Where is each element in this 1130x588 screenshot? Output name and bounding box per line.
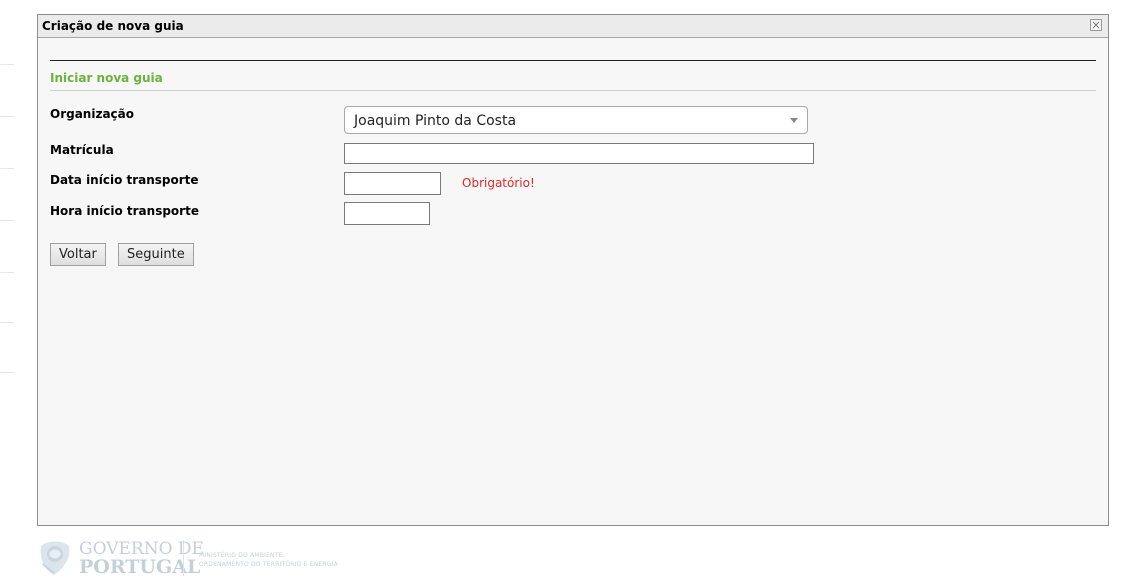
footer-divider: [183, 540, 184, 576]
dialog-titlebar[interactable]: Criação de nova guia: [38, 15, 1108, 38]
background-separator: [0, 322, 14, 323]
registration-input[interactable]: [344, 143, 814, 164]
next-button[interactable]: Seguinte: [118, 243, 194, 266]
top-divider: [50, 60, 1096, 61]
background-separator: [0, 168, 14, 169]
dialog-content: Iniciar nova guia Organização Joaquim Pi…: [50, 38, 1096, 525]
ministry-name-line2: ORDENAMENTO DO TERRITÓRIO E ENERGIA: [199, 561, 338, 568]
background-separator: [0, 272, 14, 273]
governo-portugal-emblem-icon: [37, 538, 71, 580]
transport-start-time-label: Hora início transporte: [50, 204, 199, 218]
new-guide-dialog: Criação de nova guia Iniciar nova guia O…: [37, 14, 1109, 526]
footer: GOVERNO DE PORTUGAL MINISTÉRIO DO AMBIEN…: [37, 536, 437, 580]
background-separator: [0, 220, 14, 221]
background-separator: [0, 116, 14, 117]
required-error-message: Obrigatório!: [462, 176, 535, 190]
page: Criação de nova guia Iniciar nova guia O…: [0, 0, 1130, 588]
organization-label: Organização: [50, 107, 134, 121]
dialog-title: Criação de nova guia: [42, 19, 184, 33]
government-name: GOVERNO DE PORTUGAL: [79, 540, 204, 578]
ministry-name: MINISTÉRIO DO AMBIENTE, ORDENAMENTO DO T…: [199, 551, 338, 569]
chevron-down-icon: [790, 118, 798, 123]
background-separator: [0, 372, 14, 373]
ministry-name-line1: MINISTÉRIO DO AMBIENTE,: [199, 552, 285, 559]
organization-select[interactable]: Joaquim Pinto da Costa: [344, 106, 808, 134]
transport-start-time-input[interactable]: [344, 202, 430, 225]
background-separator: [0, 64, 14, 65]
close-icon[interactable]: [1090, 19, 1102, 31]
transport-start-date-input[interactable]: [344, 172, 441, 195]
registration-label: Matrícula: [50, 143, 114, 157]
organization-select-value: Joaquim Pinto da Costa: [354, 113, 517, 129]
section-title: Iniciar nova guia: [50, 71, 163, 85]
section-divider: [50, 90, 1096, 91]
back-button[interactable]: Voltar: [50, 243, 106, 266]
government-name-line2: PORTUGAL: [79, 556, 201, 578]
transport-start-date-label: Data início transporte: [50, 173, 199, 187]
